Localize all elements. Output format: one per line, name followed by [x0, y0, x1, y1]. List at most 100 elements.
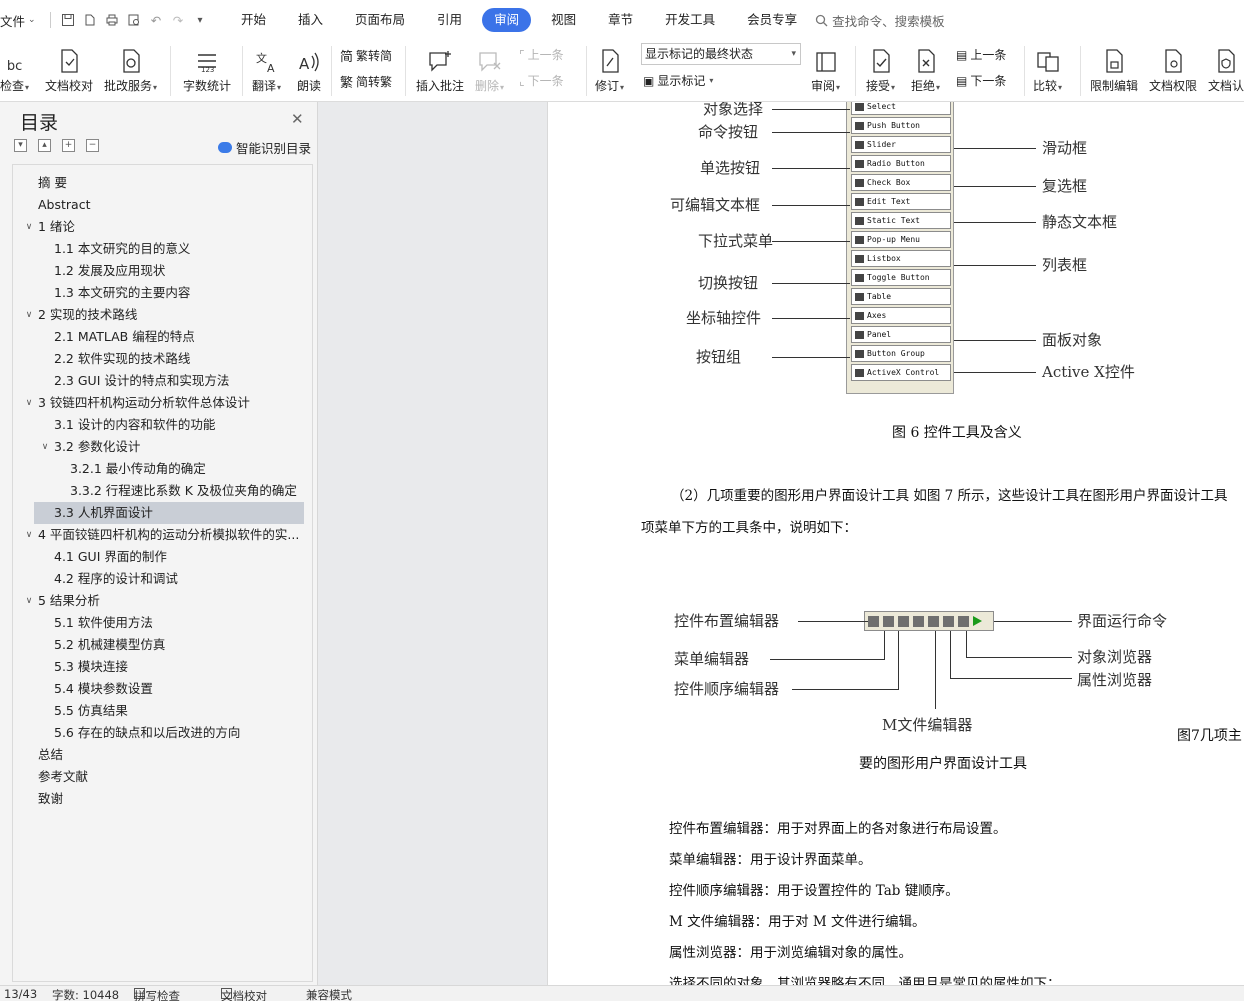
leader-line [772, 241, 850, 242]
toc-item[interactable]: 3.1 设计的内容和软件的功能 [13, 414, 312, 436]
delete-comment-button[interactable]: 删除▾ [475, 44, 504, 94]
print-icon[interactable] [101, 9, 123, 31]
toc-item[interactable]: 1.2 发展及应用现状 [13, 260, 312, 282]
trad-to-simp-button[interactable]: 简繁转简 [340, 46, 392, 65]
show-markup-button[interactable]: ▣ 显示标记 ▾ [643, 72, 713, 89]
toc-item[interactable]: 3.3 人机界面设计 [34, 502, 304, 524]
toc-item[interactable]: ∨ 2 实现的技术路线 [13, 304, 312, 326]
chevron-down-icon[interactable]: ∨ [39, 436, 51, 458]
add-heading-icon[interactable]: + [62, 139, 75, 152]
toc-item[interactable]: 致谢 [13, 788, 312, 810]
file-menu[interactable]: 文件 ⌄ [0, 11, 44, 30]
toc-item[interactable]: 总结 [13, 744, 312, 766]
translate-button[interactable]: 文A 翻译▾ [252, 44, 281, 94]
toc-item[interactable]: 4.1 GUI 界面的制作 [13, 546, 312, 568]
spell-check-status-label: 拼写检查 [134, 989, 180, 1001]
menu-editor-icon [883, 615, 894, 627]
chevron-down-icon[interactable]: ∨ [23, 392, 35, 414]
toc-item-label: 2.1 MATLAB 编程的特点 [54, 329, 195, 344]
chevron-down-icon[interactable]: ∨ [23, 524, 35, 546]
toc-item[interactable]: 5.6 存在的缺点和以后改进的方向 [13, 722, 312, 744]
doc-proof-button[interactable]: 文档校对 [45, 44, 93, 94]
comment-next-icon: ⌞ [519, 73, 525, 88]
review-service-button[interactable]: 批改服务▾ [104, 44, 157, 94]
toc-item[interactable]: 3.2.1 最小传动角的确定 [13, 458, 312, 480]
spell-check-button[interactable]: bc 检查▾ [0, 44, 29, 94]
toc-item[interactable]: 5.2 机械建模型仿真 [13, 634, 312, 656]
toc-item[interactable]: 摘 要 [13, 172, 312, 194]
markup-mode-select[interactable]: 显示标记的最终状态 ▾ [641, 43, 801, 65]
run-icon [973, 616, 982, 626]
page-indicator[interactable]: 13/43 [4, 987, 37, 1001]
menu-tab[interactable]: 视图 [539, 8, 588, 32]
doc-auth-button[interactable]: 文档认 [1208, 44, 1244, 94]
toc-item[interactable]: ∨ 4 平面铰链四杆机构的运动分析模拟软件的实... [13, 524, 312, 546]
document-page[interactable]: Select Push Button Slider Radio Button Check… [547, 102, 1244, 985]
word-count-status[interactable]: 字数: 10448 [52, 987, 119, 1001]
toc-item[interactable]: 参考文献 [13, 766, 312, 788]
toc-item[interactable]: 2.1 MATLAB 编程的特点 [13, 326, 312, 348]
toc-item[interactable]: ∨ 5 结果分析 [13, 590, 312, 612]
chevron-down-icon[interactable]: ∨ [23, 590, 35, 612]
toc-item[interactable]: 3.3.2 行程速比系数 K 及极位夹角的确定 [13, 480, 312, 502]
leader-line [772, 205, 850, 206]
menu-tab[interactable]: 页面布局 [343, 8, 417, 32]
accept-button[interactable]: 接受▾ [866, 44, 895, 94]
redo-icon[interactable]: ↷ [167, 9, 189, 31]
save-icon[interactable] [57, 9, 79, 31]
next-change-button[interactable]: ▤ 下一条 [956, 72, 1006, 89]
next-comment-button[interactable]: ⌞ 下一条 [519, 72, 564, 89]
remove-heading-icon[interactable]: − [86, 139, 99, 152]
chevron-down-icon[interactable]: ∨ [23, 304, 35, 326]
prev-comment-button[interactable]: ⌜ 上一条 [519, 46, 564, 63]
menu-tab[interactable]: 章节 [596, 8, 645, 32]
menu-tab[interactable]: 开发工具 [653, 8, 727, 32]
toc-item[interactable]: ∨ 3 铰链四杆机构运动分析软件总体设计 [13, 392, 312, 414]
read-aloud-button[interactable]: A 朗读 [297, 44, 321, 94]
compare-button[interactable]: 比较▾ [1033, 44, 1062, 94]
command-search[interactable]: 查找命令、搜索模板 [815, 11, 945, 30]
read-aloud-icon: A [297, 44, 321, 74]
menu-tab[interactable]: 插入 [286, 8, 335, 32]
export-icon[interactable] [79, 9, 101, 31]
toc-item[interactable]: 4.2 程序的设计和调试 [13, 568, 312, 590]
next-comment-label: 下一条 [527, 74, 564, 88]
close-icon[interactable]: ✕ [291, 110, 304, 128]
word-count-button[interactable]: 123 字数统计 [183, 44, 231, 94]
expand-up-icon[interactable]: ▴ [38, 139, 51, 152]
track-changes-button[interactable]: 修订▾ [595, 44, 624, 94]
customize-icon[interactable]: ▾ [189, 9, 211, 31]
definition-line: 控件布置编辑器：用于对界面上的各对象进行布局设置。 [669, 821, 1007, 837]
insert-comment-button[interactable]: 插入批注 [416, 44, 464, 94]
prev-change-button[interactable]: ▤ 上一条 [956, 46, 1006, 63]
toc-item-label: 3.2 参数化设计 [54, 439, 141, 454]
restrict-editing-button[interactable]: 限制编辑 [1090, 44, 1138, 94]
toc-item[interactable]: 2.3 GUI 设计的特点和实现方法 [13, 370, 312, 392]
review-pane-button[interactable]: 审阅▾ [811, 44, 840, 94]
doc-permissions-button[interactable]: 文档权限 [1149, 44, 1197, 94]
change-prev-icon: ▤ [956, 47, 968, 62]
toc-item[interactable]: 5.4 模块参数设置 [13, 678, 312, 700]
toc-item[interactable]: 1.3 本文研究的主要内容 [13, 282, 312, 304]
collapse-all-icon[interactable]: ▾ [14, 139, 27, 152]
print-preview-icon[interactable] [123, 9, 145, 31]
simp-to-trad-button[interactable]: 繁简转繁 [340, 72, 392, 91]
toc-item[interactable]: ∨ 1 绪论 [13, 216, 312, 238]
undo-icon[interactable]: ↶ [145, 9, 167, 31]
menu-tab[interactable]: 引用 [425, 8, 474, 32]
toc-item[interactable]: 1.1 本文研究的目的意义 [13, 238, 312, 260]
smart-toc-button[interactable]: 智能识别目录 [218, 138, 311, 157]
menu-tab[interactable]: 会员专享 [735, 8, 809, 32]
toc-item[interactable]: 5.5 仿真结果 [13, 700, 312, 722]
reject-button[interactable]: 拒绝▾ [911, 44, 940, 94]
control-palette-image: Select Push Button Slider Radio Button Check… [846, 102, 954, 394]
document-canvas[interactable]: Select Push Button Slider Radio Button Check… [319, 102, 1244, 985]
menu-tab[interactable]: 审阅 [482, 8, 532, 32]
chevron-down-icon[interactable]: ∨ [23, 216, 35, 238]
menu-tab[interactable]: 开始 [229, 8, 278, 32]
toc-item[interactable]: 5.3 模块连接 [13, 656, 312, 678]
toc-item[interactable]: 2.2 软件实现的技术路线 [13, 348, 312, 370]
toc-item[interactable]: ∨ 3.2 参数化设计 [13, 436, 312, 458]
toc-item[interactable]: Abstract [13, 194, 312, 216]
toc-item[interactable]: 5.1 软件使用方法 [13, 612, 312, 634]
